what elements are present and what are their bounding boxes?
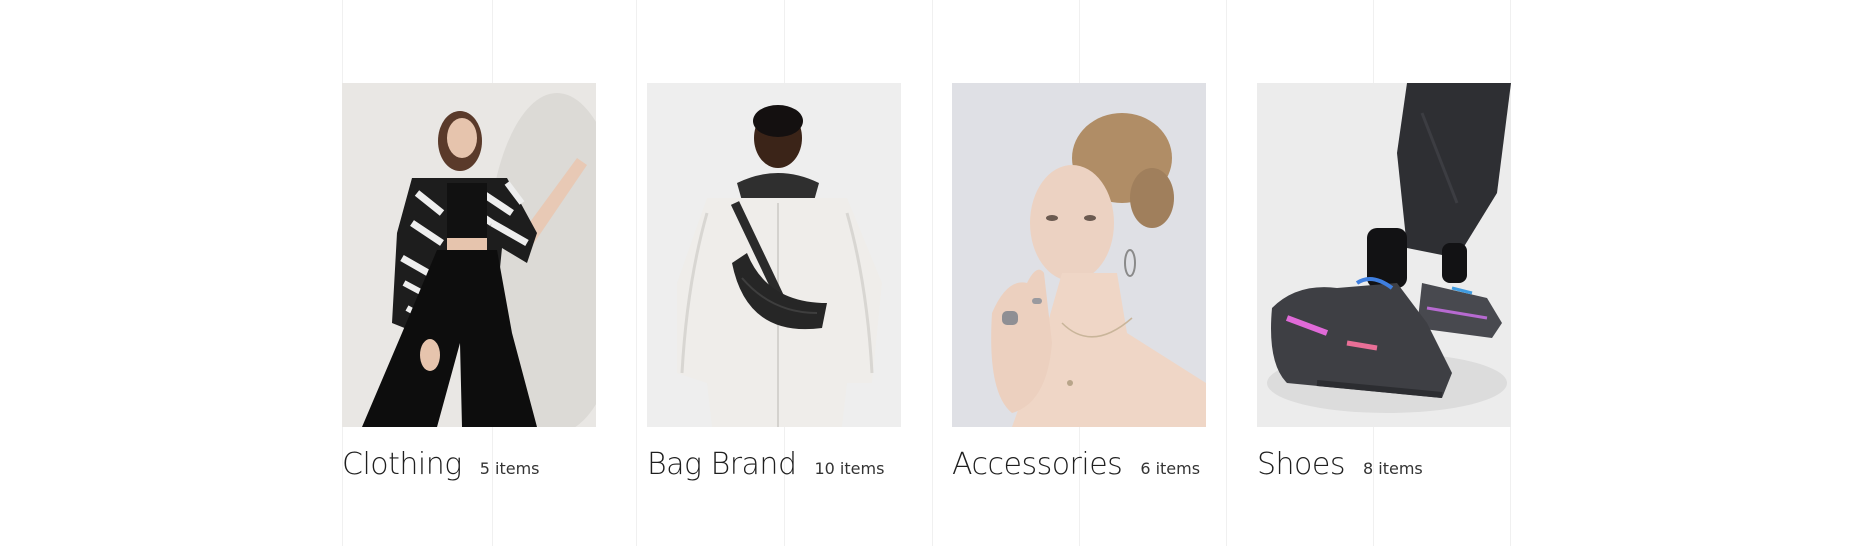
category-name[interactable]: Shoes — [1257, 447, 1346, 482]
category-name[interactable]: Bag Brand — [647, 447, 797, 482]
category-meta: Accessories 6 items — [952, 447, 1206, 482]
category-image-shoes[interactable] — [1257, 83, 1511, 427]
category-meta: Bag Brand 10 items — [647, 447, 901, 482]
category-count: 8 items — [1363, 459, 1423, 478]
category-count: 6 items — [1140, 459, 1201, 478]
category-count: 5 items — [479, 459, 540, 478]
chunky-sneakers-photo — [1257, 83, 1511, 427]
category-image-bag-brand[interactable] — [647, 83, 901, 427]
woman-zebra-jacket-photo — [342, 83, 596, 427]
category-section: Clothing 5 items Bag Brand 10 items Acce… — [0, 0, 1855, 546]
category-card-bag-brand[interactable]: Bag Brand 10 items — [647, 83, 901, 482]
category-grid: Clothing 5 items Bag Brand 10 items Acce… — [342, 83, 1512, 482]
category-image-accessories[interactable] — [952, 83, 1206, 427]
woman-rings-earrings-photo — [952, 83, 1206, 427]
category-card-shoes[interactable]: Shoes 8 items — [1257, 83, 1511, 482]
category-name[interactable]: Accessories — [952, 447, 1123, 482]
category-name[interactable]: Clothing — [342, 447, 462, 482]
category-card-clothing[interactable]: Clothing 5 items — [342, 83, 596, 482]
category-image-clothing[interactable] — [342, 83, 596, 427]
category-meta: Clothing 5 items — [342, 447, 596, 482]
category-count: 10 items — [814, 459, 885, 478]
category-card-accessories[interactable]: Accessories 6 items — [952, 83, 1206, 482]
man-crossbody-bag-photo — [647, 83, 901, 427]
category-meta: Shoes 8 items — [1257, 447, 1511, 482]
